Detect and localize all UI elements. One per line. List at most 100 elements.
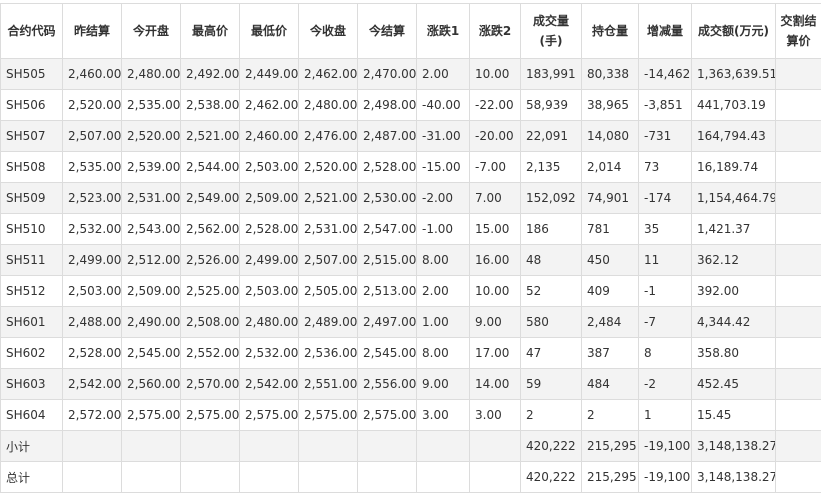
table-cell: 2,528.00: [357, 151, 417, 183]
table-cell: 2,498.00: [357, 89, 417, 121]
table-cell: [775, 58, 821, 90]
table-cell: [469, 430, 521, 462]
table-cell: 2,489.00: [298, 306, 358, 338]
table-cell: 2,470.00: [357, 58, 417, 90]
table-row: SH508 2,535.00 2,539.00 2,544.00 2,503.00 2,5…: [0, 151, 821, 183]
table-cell: 9.00: [469, 306, 521, 338]
table-cell: 2,543.00: [121, 213, 181, 245]
table-cell: 450: [581, 244, 639, 276]
table-cell: 2,575.00: [239, 399, 299, 431]
table-cell: 2,531.00: [298, 213, 358, 245]
table-cell: 186: [520, 213, 582, 245]
table-cell: 总计: [0, 461, 63, 493]
table-cell: 2,575.00: [357, 399, 417, 431]
table-cell: 16.00: [469, 244, 521, 276]
table-cell: 2,547.00: [357, 213, 417, 245]
table-cell: -31.00: [416, 120, 470, 152]
table-row: SH509 2,523.00 2,531.00 2,549.00 2,509.00 2,5…: [0, 182, 821, 214]
table-cell: 10.00: [469, 275, 521, 307]
table-header: 合约代码 昨结算 今开盘 最高价 最低价 今收盘 今结算 涨跌1 涨跌2 成交量(手) 持仓量 增减量…: [0, 3, 821, 59]
table-cell: 10.00: [469, 58, 521, 90]
table-cell: 22,091: [520, 120, 582, 152]
table-cell: [121, 461, 181, 493]
table-cell: 2,520.00: [121, 120, 181, 152]
table-row: SH510 2,532.00 2,543.00 2,562.00 2,528.00 2,5…: [0, 213, 821, 245]
table-cell: [775, 275, 821, 307]
column-header: 今收盘: [298, 3, 358, 59]
table-cell: 38,965: [581, 89, 639, 121]
table-cell: SH508: [0, 151, 63, 183]
table-row: SH602 2,528.00 2,545.00 2,552.00 2,532.00 2,5…: [0, 337, 821, 369]
table-cell: 2,503.00: [239, 275, 299, 307]
table-cell: [775, 182, 821, 214]
table-cell: -15.00: [416, 151, 470, 183]
table-cell: 2,521.00: [298, 182, 358, 214]
table-cell: 3.00: [416, 399, 470, 431]
table-cell: -3,851: [638, 89, 692, 121]
table-cell: 2,552.00: [180, 337, 240, 369]
table-cell: 183,991: [520, 58, 582, 90]
table-cell: 387: [581, 337, 639, 369]
table-cell: 47: [520, 337, 582, 369]
table-cell: SH604: [0, 399, 63, 431]
table-cell: 16,189.74: [691, 151, 776, 183]
table-row: SH603 2,542.00 2,560.00 2,570.00 2,542.00 2,5…: [0, 368, 821, 400]
table-cell: 4,344.42: [691, 306, 776, 338]
table-cell: [416, 461, 470, 493]
table-cell: [775, 213, 821, 245]
table-cell: SH510: [0, 213, 63, 245]
table-cell: 2,539.00: [121, 151, 181, 183]
table-cell: 2,492.00: [180, 58, 240, 90]
table-cell: 2,520.00: [62, 89, 122, 121]
table-cell: 35: [638, 213, 692, 245]
table-cell: 2,542.00: [62, 368, 122, 400]
column-header: 最低价: [239, 3, 299, 59]
table-cell: 1,421.37: [691, 213, 776, 245]
table-cell: [239, 461, 299, 493]
table-cell: 2,484: [581, 306, 639, 338]
table-cell: 2,497.00: [357, 306, 417, 338]
table-cell: 2,575.00: [180, 399, 240, 431]
table-cell: 2,499.00: [62, 244, 122, 276]
table-row: 小计 420,222 215,295 -19,100 3,148,138.27: [0, 430, 821, 462]
table-cell: 2,538.00: [180, 89, 240, 121]
table-cell: 2,556.00: [357, 368, 417, 400]
table-cell: 2,549.00: [180, 182, 240, 214]
table-cell: [239, 430, 299, 462]
table-row: SH512 2,503.00 2,509.00 2,525.00 2,503.00 2,5…: [0, 275, 821, 307]
table-cell: 48: [520, 244, 582, 276]
futures-quote-table: 合约代码 昨结算 今开盘 最高价 最低价 今收盘 今结算 涨跌1 涨跌2 成交量(手) 持仓量 增减量…: [0, 3, 821, 493]
table-cell: 2,509.00: [239, 182, 299, 214]
table-cell: [121, 430, 181, 462]
table-cell: 1.00: [416, 306, 470, 338]
table-cell: 14.00: [469, 368, 521, 400]
table-cell: 2,531.00: [121, 182, 181, 214]
table-row: SH507 2,507.00 2,520.00 2,521.00 2,460.00 2,4…: [0, 120, 821, 152]
table-cell: 2,480.00: [298, 89, 358, 121]
table-cell: 2,476.00: [298, 120, 358, 152]
table-cell: [775, 399, 821, 431]
table-cell: [416, 430, 470, 462]
table-cell: 152,092: [520, 182, 582, 214]
table-cell: 2,528.00: [239, 213, 299, 245]
table-cell: -7.00: [469, 151, 521, 183]
table-cell: 2,462.00: [239, 89, 299, 121]
table-cell: 2,545.00: [357, 337, 417, 369]
table-cell: 392.00: [691, 275, 776, 307]
table-cell: -1: [638, 275, 692, 307]
table-cell: 2,505.00: [298, 275, 358, 307]
table-body: SH505 2,460.00 2,480.00 2,492.00 2,449.00 2,4…: [0, 58, 821, 493]
table-cell: 52: [520, 275, 582, 307]
table-cell: 2,542.00: [239, 368, 299, 400]
table-cell: SH506: [0, 89, 63, 121]
table-cell: 2,513.00: [357, 275, 417, 307]
table-cell: [775, 244, 821, 276]
table-cell: 409: [581, 275, 639, 307]
table-cell: 74,901: [581, 182, 639, 214]
table-cell: -19,100: [638, 461, 692, 493]
table-cell: -19,100: [638, 430, 692, 462]
column-header: 涨跌1: [416, 3, 470, 59]
table-cell: SH505: [0, 58, 63, 90]
table-cell: -2.00: [416, 182, 470, 214]
table-cell: [775, 151, 821, 183]
